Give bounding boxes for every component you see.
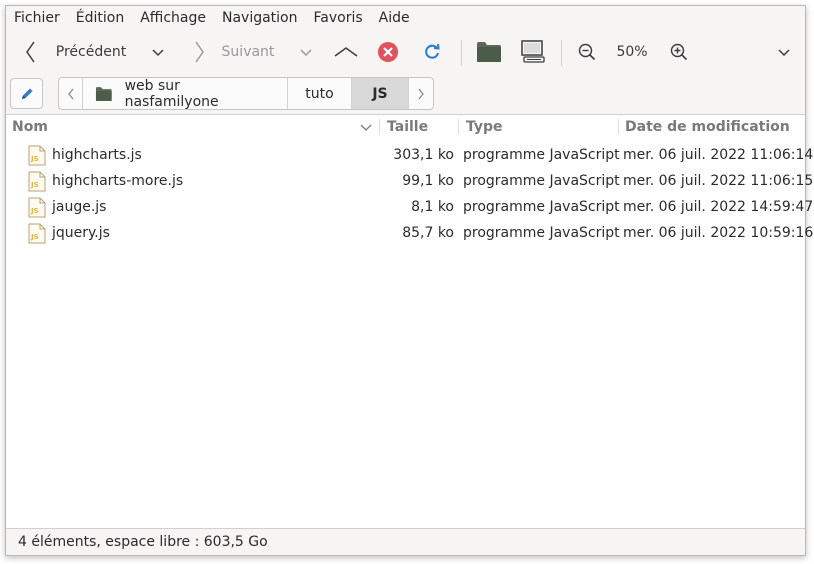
file-type: programme JavaScript — [463, 225, 620, 241]
file-row[interactable]: JS jauge.js 8,1 ko programme JavaScript mer.… — [6, 194, 813, 220]
computer-button[interactable] — [518, 30, 548, 74]
file-row[interactable]: JS highcharts.js 303,1 ko programme JavaScr… — [6, 142, 813, 168]
back-label[interactable]: Précédent — [52, 30, 130, 74]
file-size: 8,1 ko — [411, 199, 454, 215]
chevron-right-icon — [195, 41, 204, 63]
toolbar-separator — [561, 40, 562, 66]
pencil-icon — [21, 88, 32, 99]
zoom-in-icon — [670, 43, 688, 61]
menu-fichier[interactable]: Fichier — [6, 6, 68, 30]
close-circle-icon — [378, 42, 398, 62]
javascript-file-icon: JS — [28, 145, 46, 166]
file-icon-label: JS — [30, 181, 39, 189]
column-header-size[interactable]: Taille — [387, 115, 457, 139]
chevron-up-icon — [334, 47, 358, 57]
file-date: mer. 06 juil. 2022 14:59:47 — [623, 199, 814, 215]
chevron-left-icon — [67, 88, 74, 99]
breadcrumb-label: tuto — [305, 85, 334, 102]
file-list: Nom Taille Type Date de modification JS h… — [6, 114, 813, 529]
forward-history-dropdown[interactable] — [296, 30, 316, 74]
chevron-down-icon — [152, 49, 164, 57]
reload-icon — [425, 43, 440, 59]
column-header-date[interactable]: Date de modification — [625, 115, 805, 139]
file-icon-label: JS — [30, 207, 39, 215]
file-date: mer. 06 juil. 2022 11:06:14 — [623, 147, 814, 163]
file-date: mer. 06 juil. 2022 11:06:15 — [623, 173, 814, 189]
chevron-right-icon — [418, 88, 424, 99]
menu-aide[interactable]: Aide — [371, 6, 418, 30]
folder-icon — [477, 42, 501, 62]
computer-icon — [521, 40, 545, 63]
file-date: mer. 06 juil. 2022 10:59:16 — [623, 225, 814, 241]
file-name[interactable]: jquery.js — [52, 220, 110, 246]
breadcrumb-label: web sur nasfamilyone — [124, 77, 219, 110]
chevron-down-icon — [778, 49, 790, 57]
file-row[interactable]: JS jquery.js 85,7 ko programme JavaScript me… — [6, 220, 813, 246]
back-history-dropdown[interactable] — [148, 30, 168, 74]
breadcrumb-scroll-right[interactable] — [409, 78, 433, 109]
reload-button[interactable] — [420, 30, 444, 74]
chevron-down-icon — [300, 49, 312, 57]
breadcrumb: web sur nasfamilyone tuto JS — [58, 77, 434, 110]
file-row[interactable]: JS highcharts-more.js 99,1 ko programme Jav… — [6, 168, 813, 194]
file-size: 303,1 ko — [393, 147, 454, 163]
status-bar: 4 éléments, espace libre : 603,5 Go — [18, 534, 268, 550]
javascript-file-icon: JS — [28, 171, 46, 192]
file-name[interactable]: highcharts.js — [52, 142, 142, 168]
sort-chevron-icon — [360, 124, 372, 131]
column-header-label: Nom — [12, 119, 48, 135]
zoom-out-icon — [578, 43, 596, 61]
column-divider — [458, 119, 459, 135]
menu-navigation[interactable]: Navigation — [214, 6, 306, 30]
column-header-name[interactable]: Nom — [12, 115, 372, 139]
file-icon-label: JS — [30, 233, 39, 241]
forward-label[interactable]: Suivant — [218, 30, 278, 74]
stop-button[interactable] — [376, 30, 400, 74]
column-divider — [618, 119, 619, 135]
file-size: 85,7 ko — [402, 225, 454, 241]
back-button[interactable] — [20, 30, 40, 74]
javascript-file-icon: JS — [28, 223, 46, 244]
file-manager-window: Fichier Édition Affichage Navigation Fav… — [5, 5, 813, 556]
folder-icon — [95, 86, 112, 101]
breadcrumb-item-web[interactable]: web sur nasfamilyone — [83, 78, 288, 109]
chevron-left-icon — [26, 41, 35, 63]
zoom-in-button[interactable] — [668, 30, 690, 74]
column-header-type[interactable]: Type — [466, 115, 616, 139]
column-divider — [379, 119, 380, 135]
breadcrumb-item-tuto[interactable]: tuto — [288, 78, 352, 109]
parent-folder-button[interactable] — [332, 30, 360, 74]
breadcrumb-label: JS — [372, 85, 388, 102]
menu-affichage[interactable]: Affichage — [132, 6, 214, 30]
file-size: 99,1 ko — [402, 173, 454, 189]
toolbar-separator — [461, 40, 462, 66]
file-name[interactable]: jauge.js — [52, 194, 106, 220]
edit-location-button[interactable] — [10, 78, 43, 109]
file-icon-label: JS — [30, 155, 39, 163]
javascript-file-icon: JS — [28, 197, 46, 218]
file-type: programme JavaScript — [463, 199, 620, 215]
menubar: Fichier Édition Affichage Navigation Fav… — [6, 6, 805, 30]
forward-button[interactable] — [192, 30, 208, 74]
menu-edition[interactable]: Édition — [68, 6, 132, 30]
breadcrumb-item-js[interactable]: JS — [352, 78, 409, 109]
zoom-level[interactable]: 50% — [612, 30, 652, 74]
file-type: programme JavaScript — [463, 147, 620, 163]
toolbar: Précédent Suivant 50% — [6, 30, 805, 74]
location-bar: web sur nasfamilyone tuto JS — [6, 74, 805, 114]
home-folder-button[interactable] — [474, 30, 504, 74]
file-type: programme JavaScript — [463, 173, 620, 189]
breadcrumb-scroll-left[interactable] — [59, 78, 83, 109]
zoom-out-button[interactable] — [576, 30, 598, 74]
more-options-dropdown[interactable] — [774, 30, 794, 74]
file-name[interactable]: highcharts-more.js — [52, 168, 183, 194]
menu-favoris[interactable]: Favoris — [306, 6, 371, 30]
